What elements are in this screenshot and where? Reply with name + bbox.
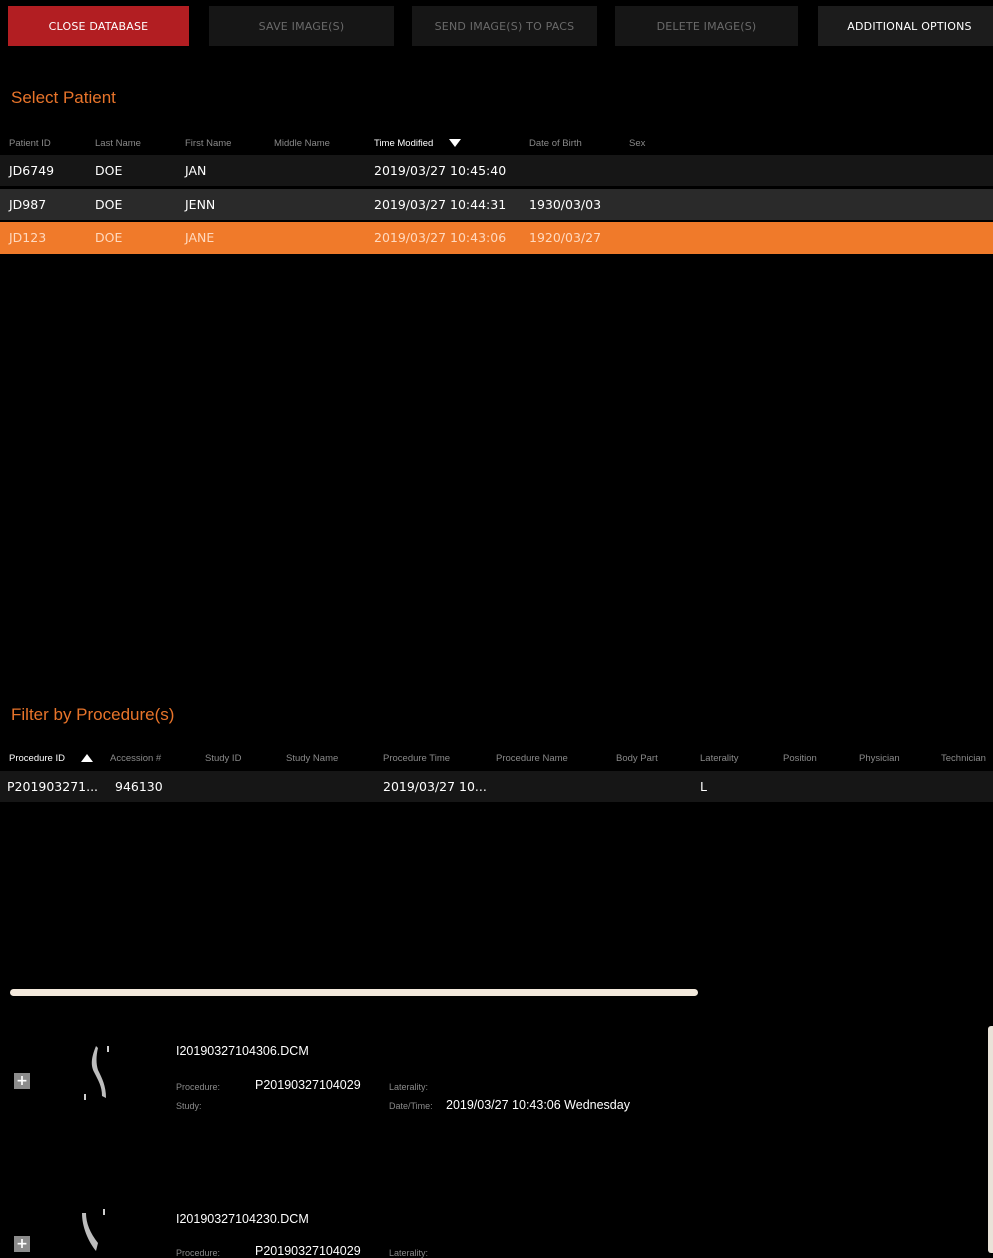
col-procedure-name[interactable]: Procedure Name [496, 753, 568, 764]
sort-up-icon [80, 754, 93, 763]
delete-images-button[interactable]: DELETE IMAGE(S) [615, 6, 798, 46]
image-filename: I20190327104306.DCM [176, 1044, 309, 1058]
cell-patient-id: JD987 [9, 197, 47, 212]
horizontal-scrollbar[interactable] [10, 989, 698, 996]
table-row[interactable]: JD6749 DOE JAN 2019/03/27 10:45:40 [0, 155, 993, 186]
cell-last-name: DOE [95, 230, 123, 245]
image-thumbnail[interactable] [76, 1205, 112, 1255]
col-body-part[interactable]: Body Part [616, 753, 658, 764]
procedure-value: P20190327104029 [255, 1078, 361, 1092]
cell-patient-id: JD123 [9, 230, 47, 245]
cell-procedure-id: P201903271... [7, 779, 99, 794]
laterality-label: Laterality: [389, 1082, 429, 1092]
cell-laterality: L [700, 779, 707, 794]
col-study-name[interactable]: Study Name [286, 753, 338, 764]
laterality-label: Laterality: [389, 1248, 429, 1258]
cell-procedure-time: 2019/03/27 10... [383, 779, 487, 794]
col-middle-name[interactable]: Middle Name [274, 138, 330, 149]
col-last-name[interactable]: Last Name [95, 138, 141, 149]
col-position[interactable]: Position [783, 753, 817, 764]
cell-first-name: JANE [185, 230, 215, 245]
cell-dob: 1920/03/27 [529, 230, 602, 245]
cell-first-name: JENN [185, 197, 216, 212]
col-sex[interactable]: Sex [629, 138, 645, 149]
col-date-of-birth[interactable]: Date of Birth [529, 138, 582, 149]
col-time-modified-label: Time Modified [374, 138, 434, 149]
send-images-to-pacs-button[interactable]: SEND IMAGE(S) TO PACS [412, 6, 597, 46]
procedure-label: Procedure: [176, 1248, 221, 1258]
filter-procedures-title: Filter by Procedure(s) [11, 705, 175, 724]
cell-time-modified: 2019/03/27 10:44:31 [374, 197, 507, 212]
col-technician[interactable]: Technician [941, 753, 986, 764]
col-procedure-id-label: Procedure ID [9, 753, 65, 764]
col-time-modified[interactable]: Time Modified [374, 138, 462, 149]
cell-time-modified: 2019/03/27 10:45:40 [374, 163, 507, 178]
cell-last-name: DOE [95, 197, 123, 212]
save-images-button[interactable]: SAVE IMAGE(S) [209, 6, 394, 46]
col-first-name[interactable]: First Name [185, 138, 231, 149]
cell-accession: 946130 [115, 779, 163, 794]
col-accession[interactable]: Accession # [110, 753, 161, 764]
cell-last-name: DOE [95, 163, 123, 178]
table-row-selected[interactable]: JD123 DOE JANE 2019/03/27 10:43:06 1920/… [0, 222, 993, 254]
table-row[interactable]: JD987 DOE JENN 2019/03/27 10:44:31 1930/… [0, 189, 993, 220]
select-patient-title: Select Patient [11, 88, 116, 107]
col-procedure-id[interactable]: Procedure ID [9, 753, 93, 764]
close-database-button[interactable]: CLOSE DATABASE [8, 6, 189, 46]
table-row[interactable]: P201903271... 946130 2019/03/27 10... L [0, 771, 993, 802]
col-study-id[interactable]: Study ID [205, 753, 241, 764]
cell-dob: 1930/03/03 [529, 197, 602, 212]
additional-options-button[interactable]: ADDITIONAL OPTIONS [818, 6, 993, 46]
plus-icon[interactable]: + [14, 1073, 30, 1089]
cell-first-name: JAN [185, 163, 207, 178]
plus-icon[interactable]: + [14, 1236, 30, 1252]
col-patient-id[interactable]: Patient ID [9, 138, 51, 149]
col-physician[interactable]: Physician [859, 753, 900, 764]
image-filename: I20190327104230.DCM [176, 1212, 309, 1226]
toolbar: CLOSE DATABASE SAVE IMAGE(S) SEND IMAGE(… [8, 6, 993, 46]
cell-patient-id: JD6749 [9, 163, 55, 178]
study-label: Study: [176, 1101, 202, 1111]
procedure-label: Procedure: [176, 1082, 221, 1092]
vertical-scrollbar[interactable] [988, 1026, 993, 1253]
datetime-label: Date/Time: [389, 1101, 433, 1111]
sort-down-icon [449, 139, 462, 148]
datetime-value: 2019/03/27 10:43:06 Wednesday [446, 1098, 630, 1112]
cell-time-modified: 2019/03/27 10:43:06 [374, 230, 507, 245]
image-thumbnail[interactable] [80, 1042, 116, 1108]
col-procedure-time[interactable]: Procedure Time [383, 753, 450, 764]
procedure-value: P20190327104029 [255, 1244, 361, 1258]
col-laterality[interactable]: Laterality [700, 753, 739, 764]
